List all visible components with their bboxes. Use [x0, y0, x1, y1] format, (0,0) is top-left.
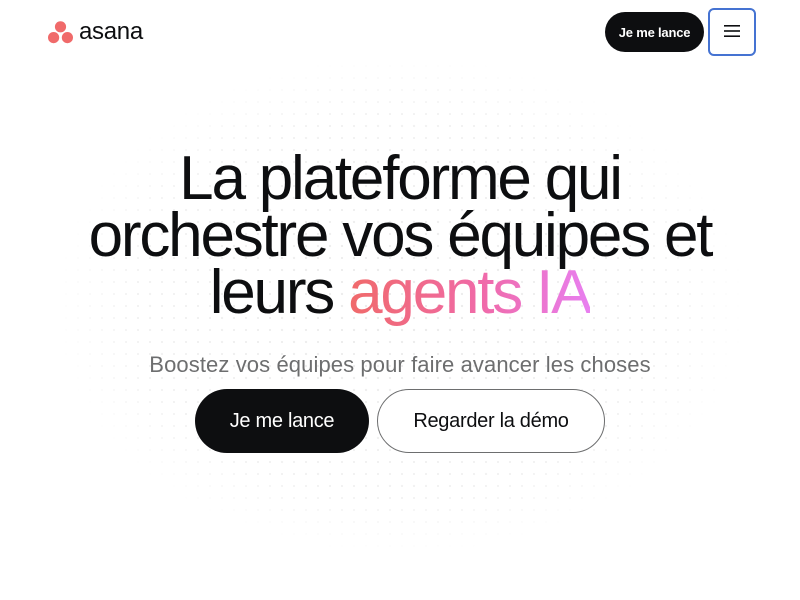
hamburger-menu-icon: [723, 24, 741, 41]
hero-section: La plateforme qui orchestre vos équipes …: [0, 148, 800, 324]
menu-button[interactable]: [708, 8, 756, 56]
hero-headline: La plateforme qui orchestre vos équipes …: [0, 148, 800, 324]
header-cta-button[interactable]: Je me lance: [605, 12, 704, 52]
watch-demo-button[interactable]: Regarder la démo: [377, 389, 605, 453]
site-header: asana Je me lance: [0, 0, 800, 64]
headline-accent: agents IA: [348, 258, 592, 327]
asana-logo-icon: [48, 20, 73, 44]
headline-line-3-prefix: leurs: [209, 258, 336, 327]
hero-subtitle: Boostez vos équipes pour faire avancer l…: [149, 352, 651, 377]
primary-cta-button[interactable]: Je me lance: [195, 389, 369, 453]
asana-logo-link[interactable]: asana: [48, 19, 143, 45]
logo-wordmark: asana: [79, 18, 143, 45]
